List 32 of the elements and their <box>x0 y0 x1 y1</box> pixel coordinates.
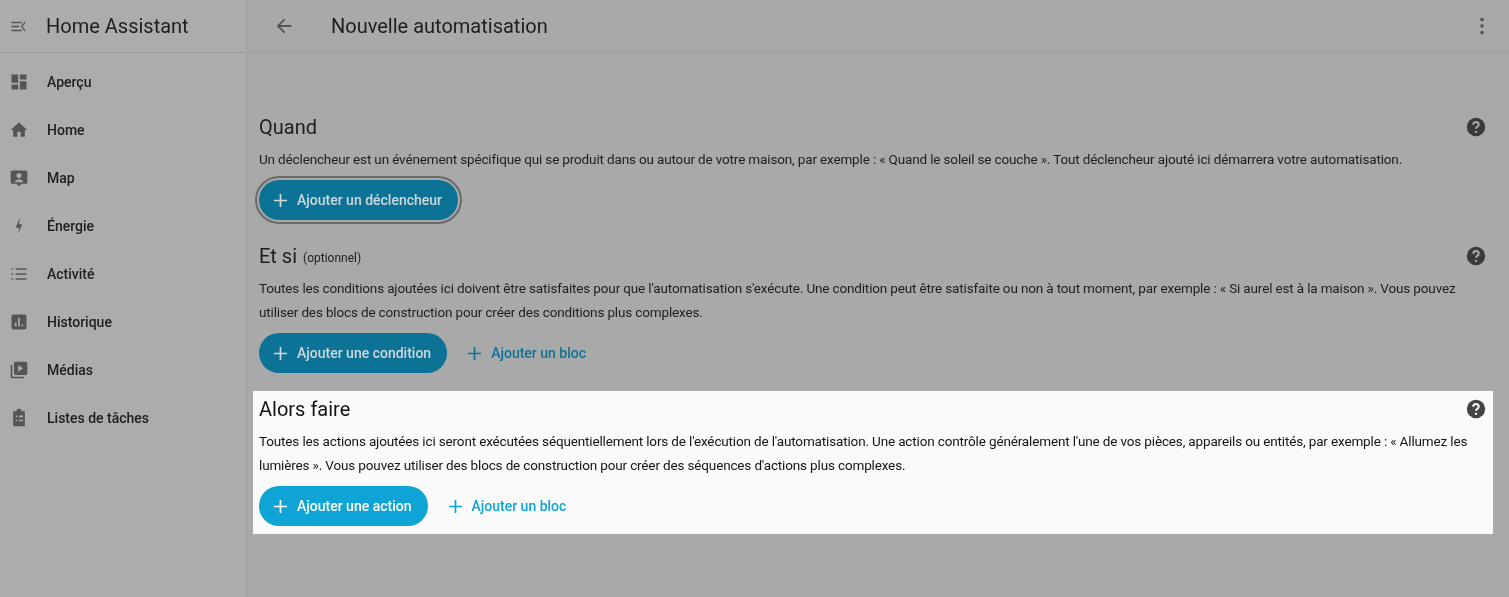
page-title: Nouvelle automatisation <box>331 13 548 40</box>
sidebar-item[interactable]: Historique <box>0 298 246 346</box>
sidebar-item[interactable]: Médias <box>0 346 246 394</box>
help-icon[interactable] <box>1465 116 1487 138</box>
app-title: Home Assistant <box>46 13 189 40</box>
sidebar-item[interactable]: Énergie <box>0 202 246 250</box>
section-description: Toutes les conditions ajoutées ici doivent être satisfaites pour que l'automatisation s'exécute. Une condition peut être satisfaite ou non à tout moment, par exemple : « Si aurel est à la maison ». Vous pouvez utiliser des blocs de construction pour créer des conditions plus complexes. <box>259 279 1457 322</box>
section-description: Toutes les actions ajoutées ici seront exécutées séquentiellement lors de l'exécution de l'automatisation. Une action contrôle généralement l'une de vos pièces, appareils ou entités, par exemple : « Allumez les lumières ». Vous pouvez utiliser des blocs de construction pour créer des séquences d'actions plus complexes. <box>259 432 1469 475</box>
plus-icon <box>273 345 288 361</box>
sidebar-item[interactable]: Listes de tâches <box>0 394 246 442</box>
home-icon <box>9 120 29 140</box>
help-icon[interactable] <box>1465 398 1487 420</box>
sidebar-item[interactable]: Aperçu <box>0 58 246 106</box>
more-icon[interactable] <box>1479 17 1485 35</box>
plus-icon <box>447 498 463 514</box>
bar-chart-icon <box>9 312 29 332</box>
plus-icon <box>467 345 483 361</box>
section-title: Alors faire <box>259 396 351 423</box>
sidebar-item[interactable]: Map <box>0 154 246 202</box>
play-library-icon <box>9 360 29 380</box>
section-title: Quand <box>259 114 317 141</box>
plus-icon <box>273 192 288 208</box>
person-marker-icon <box>9 168 29 188</box>
optional-label: (optionnel) <box>303 250 362 267</box>
add-button[interactable]: Ajouter une condition <box>259 333 448 373</box>
help-icon[interactable] <box>1465 245 1487 267</box>
plus-icon <box>273 498 288 514</box>
sidebar-item[interactable]: Home <box>0 106 246 154</box>
section-description: Un déclencheur est un événement spécifique qui se produit dans ou autour de votre maison, par exemple : « Quand le soleil se couche ». Tout déclencheur ajouté ici démarrera votre automatisation. <box>259 150 1404 169</box>
dashboard-icon <box>9 72 29 92</box>
sidebar-item[interactable]: Activité <box>0 250 246 298</box>
section-title: Et si <box>259 243 298 270</box>
